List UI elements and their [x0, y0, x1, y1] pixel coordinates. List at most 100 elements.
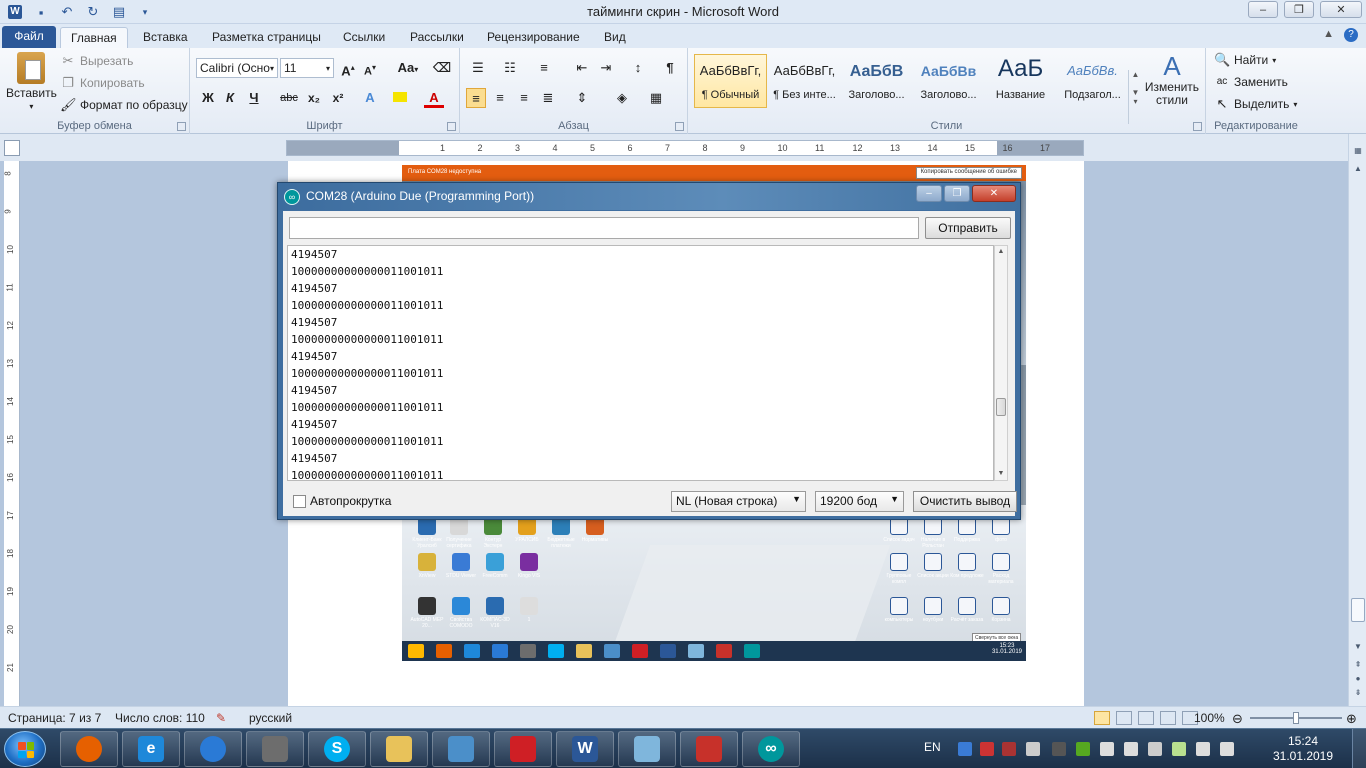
styles-scroll[interactable]: ▲ ▼ ▾	[1128, 70, 1142, 124]
line-ending-select[interactable]: NL (Новая строка) ▼	[671, 491, 806, 512]
scroll-up-icon[interactable]: ▲	[995, 246, 1007, 258]
style-normal[interactable]: АаБбВвГг, ¶ Обычный	[694, 54, 767, 108]
select-button[interactable]: ↖ Выделить ▾	[1214, 96, 1298, 112]
taskbar-photo-viewer-button[interactable]	[432, 731, 490, 767]
tray-usb-icon[interactable]	[1026, 742, 1040, 756]
tab-review[interactable]: Рецензирование	[477, 27, 590, 48]
tray-antivirus-icon[interactable]	[980, 742, 994, 756]
decrease-indent-icon[interactable]: ⇤	[572, 58, 592, 78]
tray-connection-icon[interactable]	[1196, 742, 1210, 756]
tab-page-layout[interactable]: Разметка страницы	[202, 27, 331, 48]
clock[interactable]: 15:24 31.01.2019	[1268, 734, 1338, 764]
superscript-button[interactable]: x²	[328, 88, 348, 108]
clipboard-launcher-icon[interactable]	[177, 122, 186, 131]
font-launcher-icon[interactable]	[447, 122, 456, 131]
scroll-down-icon[interactable]: ▼	[995, 468, 1007, 480]
cut-button[interactable]: ✂ Вырезать	[60, 53, 134, 69]
font-name-select[interactable]: Calibri (Осно ▾	[196, 58, 278, 78]
input-language[interactable]: EN	[924, 740, 941, 754]
shading-icon[interactable]: ◈	[612, 88, 632, 108]
taskbar-skype-button[interactable]: S	[308, 731, 366, 767]
tray-notes-icon[interactable]	[1172, 742, 1186, 756]
proofing-icon[interactable]: ✎	[216, 711, 226, 725]
line-spacing-icon[interactable]: ⇕	[572, 88, 592, 108]
tab-file[interactable]: Файл	[2, 26, 56, 48]
style-subtitle[interactable]: АаБбВв. Подзагол...	[1056, 54, 1129, 108]
zoom-in-icon[interactable]: ⊕	[1346, 711, 1357, 727]
bullets-icon[interactable]: ☰	[468, 58, 488, 78]
tray-sound-icon[interactable]	[1148, 742, 1162, 756]
style-heading-1[interactable]: АаБбВ Заголово...	[840, 54, 913, 108]
zoom-level[interactable]: 100%	[1194, 711, 1225, 725]
italic-button[interactable]: К	[220, 88, 240, 108]
tray-network-icon[interactable]	[958, 742, 972, 756]
tab-selector[interactable]	[4, 140, 20, 156]
increase-indent-icon[interactable]: ⇥	[596, 58, 616, 78]
vertical-ruler[interactable]: 8 9 10 11 12 13 14 15 16 17 18 19 20 21	[4, 161, 20, 706]
font-color-icon[interactable]: A	[424, 88, 444, 108]
serial-monitor-title-bar[interactable]: ∞ COM28 (Arduino Due (Programming Port))…	[278, 183, 1020, 210]
view-ruler-icon[interactable]: ▦	[1351, 144, 1365, 158]
style-heading-2[interactable]: АаБбВв Заголово...	[912, 54, 985, 108]
align-right-icon[interactable]: ≡	[514, 88, 534, 108]
close-button[interactable]: ✕	[1320, 1, 1362, 18]
previous-page-icon[interactable]: ⇞	[1351, 658, 1365, 672]
help-icon[interactable]: ?	[1344, 28, 1358, 42]
taskbar-firefox-button[interactable]	[60, 731, 118, 767]
next-page-icon[interactable]: ⇟	[1351, 686, 1365, 700]
full-screen-reading-icon[interactable]	[1116, 711, 1132, 725]
align-center-icon[interactable]: ≡	[490, 88, 510, 108]
taskbar-settings-button[interactable]	[184, 731, 242, 767]
tray-nvidia-icon[interactable]	[1076, 742, 1090, 756]
bold-button[interactable]: Ж	[198, 88, 218, 108]
tray-battery-icon[interactable]	[1100, 742, 1114, 756]
subscript-button[interactable]: x₂	[304, 88, 324, 108]
zoom-out-icon[interactable]: ⊖	[1232, 711, 1243, 727]
language-indicator[interactable]: русский	[249, 711, 292, 725]
serial-maximize-button[interactable]: ❐	[944, 185, 970, 202]
clear-output-button[interactable]: Очистить вывод	[913, 491, 1017, 512]
taskbar-file-explorer-button[interactable]	[370, 731, 428, 767]
serial-send-input[interactable]	[289, 217, 919, 239]
tray-device-icon[interactable]	[1052, 742, 1066, 756]
styles-launcher-icon[interactable]	[1193, 122, 1202, 131]
baud-rate-select[interactable]: 19200 бод ▼	[815, 491, 904, 512]
print-layout-icon[interactable]	[1094, 711, 1110, 725]
format-painter-button[interactable]: 🖌 Формат по образцу	[60, 97, 188, 113]
style-no-spacing[interactable]: АаБбВвГг, ¶ Без инте...	[768, 54, 841, 108]
text-effects-icon[interactable]: A	[360, 88, 380, 108]
clear-formatting-icon[interactable]: ⌫	[432, 58, 452, 78]
change-case-button[interactable]: Aa▾	[394, 58, 422, 78]
web-layout-icon[interactable]	[1138, 711, 1154, 725]
zoom-slider[interactable]	[1250, 712, 1342, 724]
multilevel-list-icon[interactable]: ≡	[534, 58, 554, 78]
outline-icon[interactable]	[1160, 711, 1176, 725]
taskbar-toolbox-button[interactable]	[680, 731, 738, 767]
style-title[interactable]: АаБ Название	[984, 54, 1057, 108]
taskbar-acrobat-button[interactable]	[494, 731, 552, 767]
start-button[interactable]	[4, 731, 46, 767]
taskbar-word-button[interactable]: W	[556, 731, 614, 767]
borders-icon[interactable]: ▦	[646, 88, 666, 108]
tray-flag-icon[interactable]	[1002, 742, 1016, 756]
sort-icon[interactable]: ↕	[628, 58, 648, 78]
taskbar-notes-button[interactable]	[618, 731, 676, 767]
grow-font-button[interactable]: A▴	[338, 58, 358, 78]
taskbar-scanner-button[interactable]	[246, 731, 304, 767]
tab-home[interactable]: Главная	[60, 27, 128, 48]
taskbar-internet-explorer-button[interactable]: e	[122, 731, 180, 767]
zoom-slider-knob[interactable]	[1293, 712, 1299, 724]
copy-button[interactable]: ❐ Копировать	[60, 75, 144, 91]
shrink-font-button[interactable]: A▾	[360, 58, 380, 78]
tab-mailings[interactable]: Рассылки	[400, 27, 474, 48]
align-left-icon[interactable]: ≡	[466, 88, 486, 108]
serial-minimize-button[interactable]: –	[916, 185, 942, 202]
serial-output-scrollbar[interactable]: ▲ ▼	[994, 245, 1008, 481]
tray-volume-icon[interactable]	[1220, 742, 1234, 756]
horizontal-ruler[interactable]: 1 2 3 4 5 6 7 8 9 10 11 12 13 14 15 16 17	[286, 140, 1084, 156]
word-count[interactable]: Число слов: 110	[115, 711, 205, 725]
paragraph-launcher-icon[interactable]	[675, 122, 684, 131]
replace-button[interactable]: ac Заменить	[1214, 74, 1288, 90]
paste-button[interactable]: Вставить ▾	[6, 52, 57, 111]
serial-close-button[interactable]: ✕	[972, 185, 1016, 202]
